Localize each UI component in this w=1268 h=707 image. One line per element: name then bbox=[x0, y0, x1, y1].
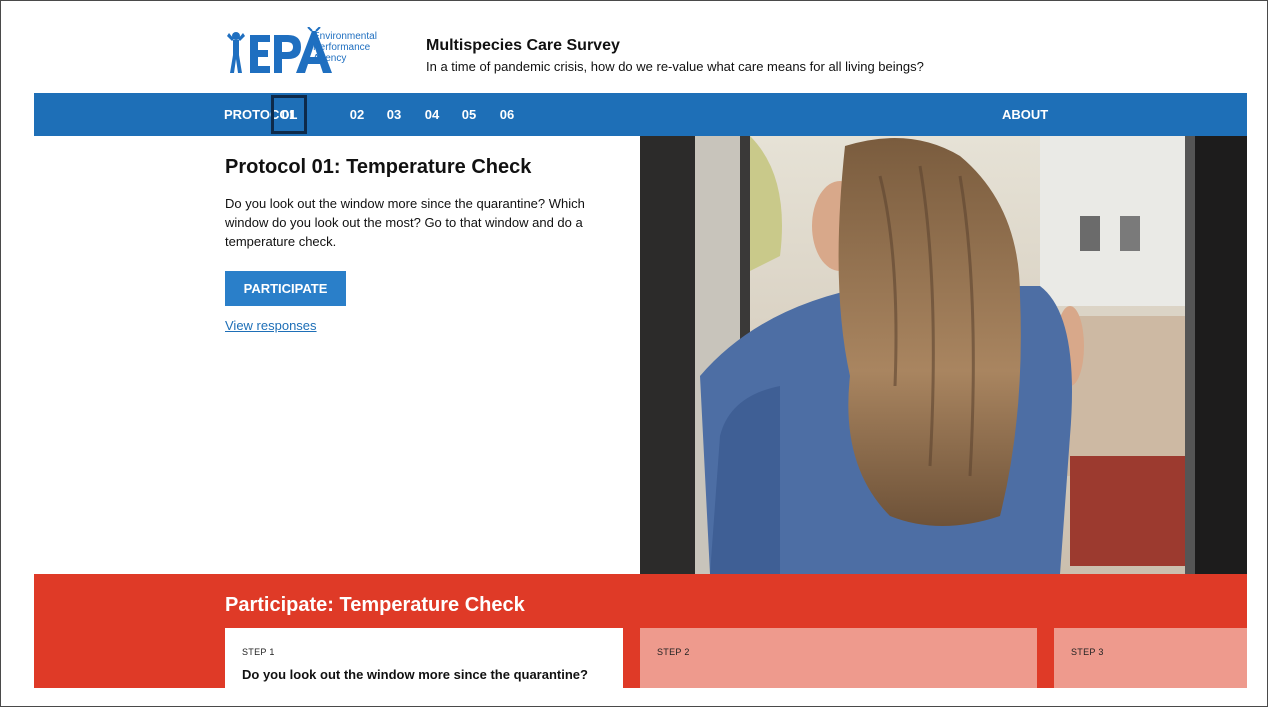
nav-protocol-02[interactable]: 02 bbox=[342, 93, 372, 136]
step-label: STEP 2 bbox=[657, 647, 690, 657]
nav-protocol-03[interactable]: 03 bbox=[379, 93, 409, 136]
step-label: STEP 3 bbox=[1071, 647, 1104, 657]
step-card-1[interactable]: STEP 1 Do you look out the window more s… bbox=[225, 628, 623, 688]
participate-section-title: Participate: Temperature Check bbox=[225, 594, 525, 616]
person-at-window-image bbox=[640, 136, 1247, 574]
agency-name: Environmental Performance Agency bbox=[313, 31, 377, 64]
protocol-title: Protocol 01: Temperature Check bbox=[225, 156, 532, 178]
step-label: STEP 1 bbox=[242, 647, 275, 657]
agency-line: Performance bbox=[313, 42, 371, 53]
nav-protocol-06[interactable]: 06 bbox=[492, 93, 522, 136]
step-question: Do you look out the window more since th… bbox=[242, 667, 588, 682]
nav-protocol-04[interactable]: 04 bbox=[417, 93, 447, 136]
view-responses-link[interactable]: View responses bbox=[225, 318, 317, 333]
nav-about[interactable]: ABOUT bbox=[1002, 93, 1048, 136]
step-card-3[interactable]: STEP 3 bbox=[1054, 628, 1247, 688]
protocol-description: Do you look out the window more since th… bbox=[225, 196, 585, 249]
page: Environmental Performance Agency Multisp… bbox=[0, 0, 1268, 707]
site-subtitle: In a time of pandemic crisis, how do we … bbox=[426, 59, 924, 74]
site-header: Environmental Performance Agency Multisp… bbox=[1, 1, 1267, 93]
main-nav: PROTOCOL 01 02 03 04 05 06 ABOUT bbox=[34, 93, 1247, 136]
step-card-2[interactable]: STEP 2 bbox=[640, 628, 1037, 688]
site-title[interactable]: Multispecies Care Survey bbox=[426, 37, 620, 55]
hero-photo bbox=[640, 136, 1247, 574]
nav-protocol-01[interactable]: 01 bbox=[271, 95, 307, 134]
participate-button[interactable]: PARTICIPATE bbox=[225, 271, 346, 306]
agency-line: Agency bbox=[313, 53, 347, 64]
participate-section: Participate: Temperature Check STEP 1 Do… bbox=[34, 574, 1247, 688]
agency-line: Environmental bbox=[313, 31, 377, 42]
nav-protocol-05[interactable]: 05 bbox=[454, 93, 484, 136]
